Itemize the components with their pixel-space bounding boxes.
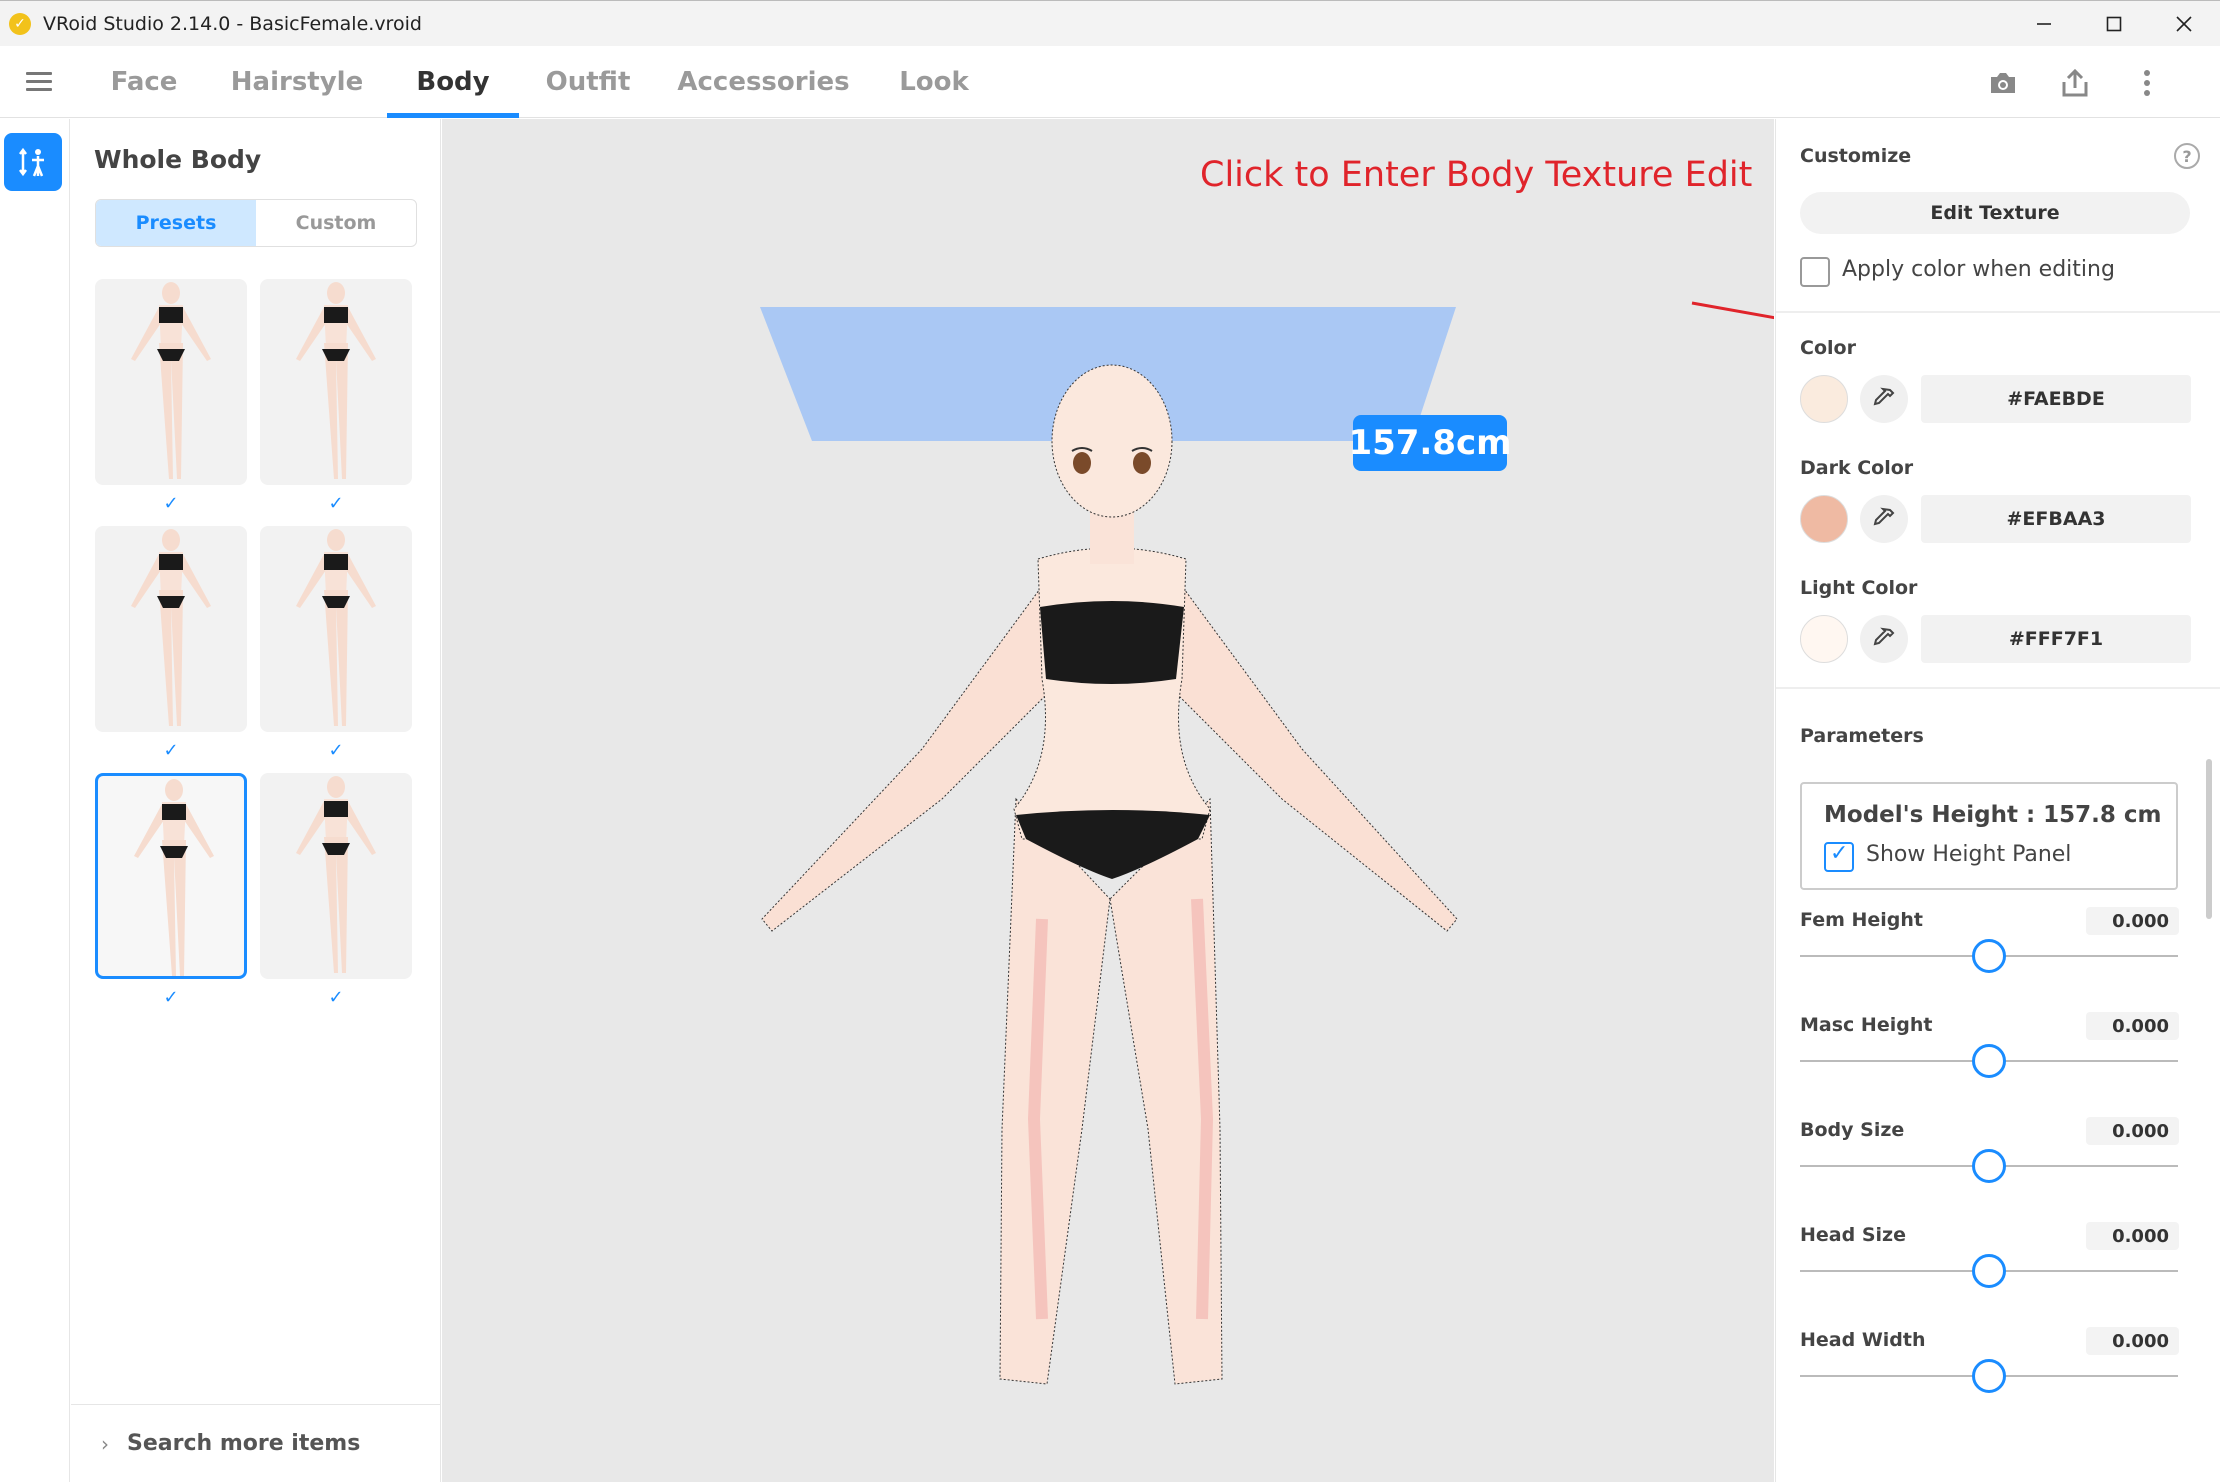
body-preset-panel: Whole Body Presets Custom ✓ ✓ ✓ ✓ ✓ ✓ › Searc… (71, 119, 441, 1482)
checkmark-icon: ✓ (328, 740, 344, 761)
apply-color-label: Apply color when editing (1842, 257, 2115, 282)
camera-icon[interactable] (1986, 66, 2020, 100)
slider-label: Head Size (1800, 1224, 1906, 1246)
scrollbar[interactable] (2206, 759, 2212, 919)
dark-color-hex-field[interactable]: #EFBAA3 (1921, 495, 2191, 543)
model-height-title: Model's Height : 157.8 cm (1824, 802, 2162, 828)
main-menubar: Face Hairstyle Body Outfit Accessories L… (0, 46, 2220, 118)
eyedropper-icon[interactable] (1860, 375, 1908, 423)
preset-thumbnail[interactable] (95, 279, 247, 485)
help-icon[interactable]: ? (2174, 143, 2200, 169)
preset-custom-switch: Presets Custom (95, 199, 417, 247)
preset-thumbnail[interactable] (95, 773, 247, 979)
tab-body[interactable]: Body (387, 46, 519, 118)
divider (1776, 311, 2220, 313)
export-icon[interactable] (2058, 66, 2092, 100)
light-color-label: Light Color (1800, 577, 1918, 599)
preset-figure (131, 529, 211, 726)
slider-handle[interactable] (1972, 1149, 2006, 1183)
dark-color-swatch[interactable] (1800, 495, 1848, 543)
window-titlebar: ✓ VRoid Studio 2.14.0 - BasicFemale.vroi… (0, 0, 2220, 46)
slider-handle[interactable] (1972, 1359, 2006, 1393)
left-rail (0, 119, 70, 1482)
slider-label: Fem Height (1800, 909, 1924, 931)
maximize-icon[interactable] (2080, 1, 2148, 47)
checkmark-icon: ✓ (328, 987, 344, 1008)
window-title: VRoid Studio 2.14.0 - BasicFemale.vroid (43, 12, 422, 35)
preset-figure (296, 776, 376, 973)
slider-label: Masc Height (1800, 1014, 1933, 1036)
preset-thumbnail[interactable] (260, 526, 412, 732)
vroid-logo-icon: ✓ (9, 12, 31, 35)
show-height-panel-label: Show Height Panel (1866, 842, 2072, 867)
panel-title: Whole Body (94, 145, 262, 174)
light-color-swatch[interactable] (1800, 615, 1848, 663)
minimize-icon[interactable] (2010, 1, 2078, 47)
custom-segment[interactable]: Custom (256, 200, 416, 246)
more-vertical-icon[interactable] (2130, 66, 2164, 100)
preset-figure (134, 779, 214, 976)
checkmark-icon: ✓ (163, 987, 179, 1008)
slider-handle[interactable] (1972, 939, 2006, 973)
checkmark-icon: ✓ (163, 493, 179, 514)
chevron-right-icon: › (101, 1431, 109, 1456)
model-height-card: Model's Height : 157.8 cm Show Height Pa… (1800, 782, 2178, 890)
color-label: Color (1800, 337, 1856, 359)
slider-value-field[interactable]: 0.000 (2086, 1222, 2179, 1250)
show-height-panel-checkbox[interactable] (1824, 841, 1854, 872)
preset-thumbnail[interactable] (95, 526, 247, 732)
slider-value-field[interactable]: 0.000 (2086, 1327, 2179, 1355)
slider-label: Head Width (1800, 1329, 1926, 1351)
hamburger-menu-icon[interactable] (26, 72, 52, 92)
height-badge: 157.8cm (1348, 415, 1512, 471)
tab-accessories[interactable]: Accessories (677, 46, 849, 118)
whole-body-icon[interactable] (4, 133, 62, 191)
slider-handle[interactable] (1972, 1044, 2006, 1078)
tab-face[interactable]: Face (100, 46, 188, 118)
edit-texture-button[interactable]: Edit Texture (1800, 192, 2190, 234)
checkmark-icon: ✓ (163, 740, 179, 761)
parameters-label: Parameters (1800, 725, 1924, 747)
customize-label: Customize (1800, 145, 1912, 167)
presets-segment[interactable]: Presets (96, 200, 256, 246)
search-more-label: Search more items (127, 1431, 361, 1456)
tab-hairstyle[interactable]: Hairstyle (230, 46, 364, 118)
apply-color-checkbox[interactable] (1800, 257, 1830, 287)
preset-thumbnail[interactable] (260, 773, 412, 979)
preset-figure (296, 529, 376, 726)
slider-value-field[interactable]: 0.000 (2086, 907, 2179, 935)
close-icon[interactable] (2150, 1, 2218, 47)
color-swatch[interactable] (1800, 375, 1848, 423)
slider-handle[interactable] (1972, 1254, 2006, 1288)
eyedropper-icon[interactable] (1860, 615, 1908, 663)
customize-panel: Customize ? Edit Texture Apply color whe… (1775, 119, 2220, 1482)
tab-outfit[interactable]: Outfit (540, 46, 636, 118)
tab-look[interactable]: Look (890, 46, 978, 118)
slider-label: Body Size (1800, 1119, 1905, 1141)
slider-value-field[interactable]: 0.000 (2086, 1012, 2179, 1040)
annotation-text: Click to Enter Body Texture Edit (1200, 155, 1753, 195)
preset-figure (296, 282, 376, 479)
preset-thumbnail[interactable] (260, 279, 412, 485)
light-color-hex-field[interactable]: #FFF7F1 (1921, 615, 2191, 663)
divider (1776, 687, 2220, 689)
3d-viewport[interactable] (442, 119, 1774, 1482)
preset-figure (131, 282, 211, 479)
eyedropper-icon[interactable] (1860, 495, 1908, 543)
annotation-arrow (1691, 301, 1774, 320)
slider-value-field[interactable]: 0.000 (2086, 1117, 2179, 1145)
search-more-items[interactable]: › Search more items (71, 1404, 441, 1482)
color-hex-field[interactable]: #FAEBDE (1921, 375, 2191, 423)
checkmark-icon: ✓ (328, 493, 344, 514)
dark-color-label: Dark Color (1800, 457, 1914, 479)
